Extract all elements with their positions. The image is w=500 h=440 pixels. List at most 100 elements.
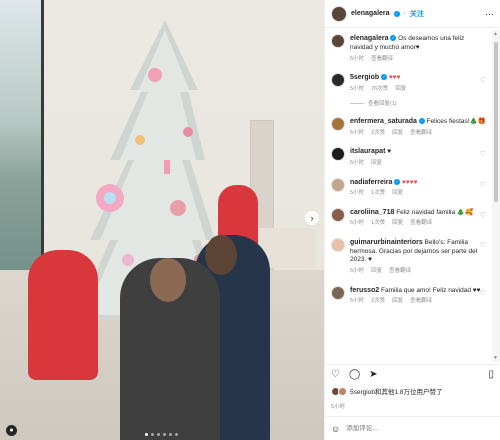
comment-time[interactable]: 5小时: [350, 130, 364, 137]
like-comment-heart-icon[interactable]: ♡: [480, 211, 486, 219]
reply-button[interactable]: 回复: [392, 298, 403, 305]
comment-bubble-icon[interactable]: ◯: [349, 369, 360, 380]
caption-time[interactable]: 5小时: [350, 56, 364, 63]
comments-list[interactable]: elenagalera ✓ Os deseamos una feliz navi…: [325, 30, 492, 362]
follow-button[interactable]: 关注: [410, 9, 424, 19]
like-heart-icon[interactable]: ♡: [331, 369, 340, 380]
tagged-user-icon[interactable]: ●: [6, 425, 17, 436]
save-bookmark-icon[interactable]: ▯: [488, 369, 494, 380]
verified-badge-icon: ✓: [394, 178, 401, 185]
comment-text: ♥♥♥: [388, 73, 401, 81]
comment: nadiaferreira ✓ ♥♥♥♥ 5小时 1次赞 回复 ♡: [331, 177, 486, 198]
author-avatar[interactable]: [331, 5, 347, 22]
verified-badge-icon: ✓: [418, 118, 425, 125]
carousel-dot: [169, 433, 172, 436]
child-red-pajamas: [28, 250, 98, 380]
comment-likes[interactable]: 2次赞: [371, 130, 385, 137]
share-send-icon[interactable]: ➤: [369, 369, 377, 380]
reply-button[interactable]: 回复: [392, 220, 403, 227]
see-translation-link[interactable]: 查看翻译: [410, 130, 432, 137]
comment-username[interactable]: nadiaferreira: [350, 179, 392, 186]
like-comment-heart-icon[interactable]: ♡: [480, 289, 486, 297]
like-comment-heart-icon[interactable]: ♡: [480, 241, 486, 249]
like-comment-heart-icon[interactable]: ♡: [480, 76, 486, 84]
caption-username[interactable]: elenagalera: [350, 35, 389, 42]
comment-likes[interactable]: 2次赞: [371, 298, 385, 305]
next-photo-chevron-icon[interactable]: ›: [305, 211, 319, 225]
instagram-post-viewer: › ● elenagalera ✓ · 关注 ··· elenagalera ✓…: [0, 0, 500, 440]
comment-text: Felices fiestas!🎄🎁: [426, 118, 486, 126]
avatar[interactable]: [331, 147, 345, 162]
comment-text: ♥: [387, 148, 392, 156]
comment: ferusso2 Familia que amo! Feliz navidad …: [331, 285, 486, 306]
avatar[interactable]: [331, 285, 345, 300]
avatar[interactable]: [331, 177, 345, 192]
see-translation-link[interactable]: 查看翻译: [410, 298, 432, 305]
window: [0, 0, 44, 300]
likes-summary[interactable]: 5sergiob和其他1.8万位用户赞了: [331, 386, 494, 396]
view-replies-label: 查看回复(1): [368, 101, 397, 108]
carousel-dot: [151, 433, 154, 436]
see-translation-link[interactable]: 查看翻译: [371, 56, 393, 63]
scrollbar-thumb[interactable]: [494, 42, 498, 202]
see-translation-link[interactable]: 查看翻译: [389, 268, 411, 275]
comment-time[interactable]: 5小时: [350, 160, 364, 167]
more-options-icon[interactable]: ···: [485, 9, 494, 19]
divider: [350, 102, 364, 104]
scroll-down-arrow-icon[interactable]: ▼: [493, 355, 498, 361]
comment-username[interactable]: ferusso2: [350, 287, 379, 294]
comment-input[interactable]: [346, 425, 494, 432]
like-comment-heart-icon[interactable]: ♡: [480, 181, 486, 189]
scroll-up-arrow-icon[interactable]: ▲: [493, 31, 498, 37]
post-time[interactable]: 5小时: [331, 402, 345, 410]
carousel-dot: [157, 433, 160, 436]
avatar[interactable]: [331, 117, 345, 132]
comment-username[interactable]: itslaurapat: [350, 148, 385, 155]
comment-username[interactable]: enfermera_saturada: [350, 118, 417, 125]
avatar[interactable]: [331, 72, 345, 87]
comment-time[interactable]: 5小时: [350, 190, 364, 197]
comment: itslaurapat ♥ 5小时 回复 ♡: [331, 147, 486, 167]
comment-username[interactable]: guimarurbinainteriors: [350, 239, 423, 246]
verified-badge-icon: ✓: [381, 74, 387, 81]
verified-badge-icon: ✓: [390, 35, 397, 42]
comment-username[interactable]: 5sergiob: [350, 74, 379, 81]
reply-button[interactable]: 回复: [392, 130, 403, 137]
comment-likes[interactable]: 1次赞: [371, 190, 385, 197]
see-translation-link[interactable]: 查看翻译: [410, 220, 432, 227]
reply-button[interactable]: 回复: [392, 190, 403, 197]
comment-likes[interactable]: 1次赞: [371, 220, 385, 227]
comment-time[interactable]: 5小时: [350, 86, 364, 93]
comment-time[interactable]: 5小时: [350, 268, 364, 275]
like-comment-heart-icon[interactable]: ♡: [480, 150, 486, 158]
comment-text: Feliz navidad familia 🎄🥰: [396, 208, 474, 216]
man-head: [205, 235, 237, 275]
reply-button[interactable]: 回复: [371, 268, 382, 275]
post-header: elenagalera ✓ · 关注 ···: [325, 0, 500, 28]
comment-time[interactable]: 5小时: [350, 298, 364, 305]
avatar[interactable]: [331, 237, 345, 252]
like-comment-heart-icon[interactable]: ♡: [480, 120, 486, 128]
comment: enfermera_saturada ✓ Felices fiestas!🎄🎁 …: [331, 117, 486, 137]
author-username[interactable]: elenagalera: [351, 10, 390, 17]
post-photo[interactable]: › ●: [0, 0, 324, 440]
view-replies-button[interactable]: 查看回复(1): [350, 99, 486, 107]
comment: guimarurbinainteriors Bello's: Familia h…: [331, 237, 486, 276]
woman-head: [150, 258, 186, 302]
carousel-dot: [175, 433, 178, 436]
emoji-icon[interactable]: ☺: [331, 424, 340, 434]
carousel-dots: [145, 433, 178, 436]
liker-avatar: [338, 386, 347, 396]
comment-time[interactable]: 5小时: [350, 220, 364, 227]
avatar[interactable]: [331, 207, 345, 222]
comment: 5sergiob ✓ ♥♥♥ 5小时 76次赞 回复 ♡: [331, 72, 486, 93]
comments-scrollbar[interactable]: ▲ ▼: [492, 30, 500, 362]
reply-button[interactable]: 回复: [395, 86, 406, 93]
comment-likes[interactable]: 76次赞: [371, 86, 388, 93]
avatar[interactable]: [331, 34, 345, 48]
carousel-dot: [145, 433, 148, 436]
caption: elenagalera ✓ Os deseamos una feliz navi…: [331, 34, 486, 63]
reply-button[interactable]: 回复: [371, 160, 382, 167]
comment-text: Familia que amo! Feliz navidad ♥♥: [381, 286, 481, 294]
comment-username[interactable]: caroliina_718: [350, 209, 394, 216]
